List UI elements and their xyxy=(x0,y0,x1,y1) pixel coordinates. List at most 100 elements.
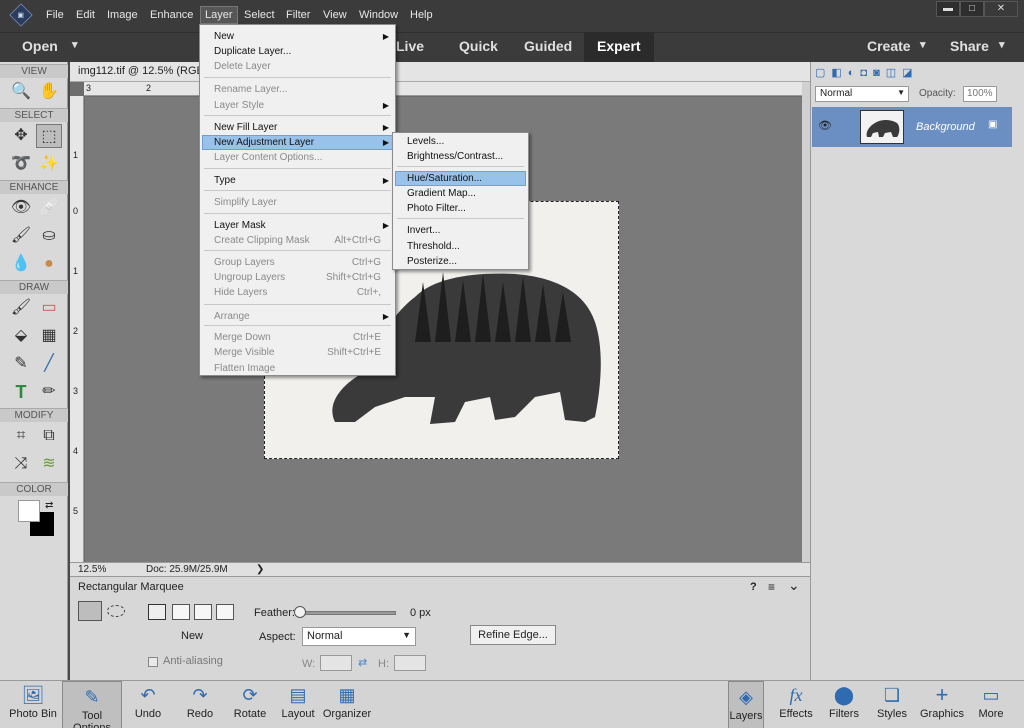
magic-wand-tool-icon[interactable]: ✨ xyxy=(36,152,62,176)
feather-slider-handle[interactable] xyxy=(294,606,306,618)
move-tool-icon[interactable]: ✥ xyxy=(8,124,34,148)
menu-filter[interactable]: Filter xyxy=(282,7,314,23)
sponge-tool-icon[interactable]: ● xyxy=(36,252,62,276)
tool-options-button[interactable]: ✎ Tool Options xyxy=(62,681,122,728)
minimize-button[interactable]: ▬ xyxy=(936,1,960,17)
layer-menu-item[interactable]: New Fill Layer xyxy=(214,122,277,133)
elliptical-marquee-icon[interactable] xyxy=(107,605,125,617)
healing-brush-tool-icon[interactable]: 🩹 xyxy=(36,196,62,220)
document-tab[interactable]: img112.tif @ 12.5% (RGB/8 xyxy=(70,62,810,82)
menu-view[interactable]: View xyxy=(319,7,351,23)
tab-expert[interactable]: Expert xyxy=(597,38,641,54)
layer-menu-item[interactable]: Merge Down xyxy=(214,332,271,343)
layer-menu-item[interactable]: Duplicate Layer... xyxy=(214,46,291,57)
adjustment-menu-item[interactable]: Gradient Map... xyxy=(407,188,476,199)
create-dropdown-arrow[interactable]: ▾ xyxy=(920,38,926,51)
layer-menu-item[interactable]: Merge Visible xyxy=(214,347,274,358)
opacity-input[interactable]: 100% xyxy=(963,86,997,102)
status-menu-arrow[interactable]: ❯ xyxy=(256,564,264,575)
swap-dimensions-icon[interactable]: ⇄ xyxy=(358,656,367,669)
eyedropper-tool-icon[interactable]: ✎ xyxy=(8,352,34,376)
red-eye-tool-icon[interactable]: 👁 xyxy=(8,196,34,220)
layer-menu-item[interactable]: New xyxy=(214,31,234,42)
menu-window[interactable]: Window xyxy=(355,7,402,23)
maximize-button[interactable]: □ xyxy=(960,1,984,17)
smart-brush-tool-icon[interactable]: 🖌 xyxy=(8,224,34,248)
open-dropdown-arrow[interactable]: ▾ xyxy=(72,38,78,51)
layer-row-background[interactable]: 👁 Background ▣ xyxy=(812,107,1012,147)
subtract-selection-icon[interactable] xyxy=(194,604,212,620)
intersect-selection-icon[interactable] xyxy=(216,604,234,620)
eye-visibility-icon[interactable]: 👁 xyxy=(818,119,832,132)
straighten-tool-icon[interactable]: ≋ xyxy=(36,452,62,476)
tab-guided[interactable]: Guided xyxy=(524,38,572,54)
pencil-tool-icon[interactable]: ✏ xyxy=(36,380,62,404)
layer-menu-item[interactable]: Layer Style xyxy=(214,100,264,111)
layer-menu-item[interactable]: Type xyxy=(214,175,236,186)
anti-aliasing-checkbox[interactable] xyxy=(148,657,158,667)
layer-menu-item[interactable]: Layer Mask xyxy=(214,220,266,231)
marquee-tool-icon[interactable]: ⬚ xyxy=(36,124,62,148)
type-tool-icon[interactable]: T xyxy=(8,380,34,404)
layer-menu-item[interactable]: Flatten Image xyxy=(214,363,275,374)
add-selection-icon[interactable] xyxy=(172,604,190,620)
layer-menu-item[interactable]: Arrange xyxy=(214,311,250,322)
layer-menu-item[interactable]: New Adjustment Layer xyxy=(214,137,314,148)
create-button[interactable]: Create xyxy=(867,38,911,54)
menu-layer[interactable]: Layer xyxy=(200,6,238,24)
more-button[interactable]: ▭ More xyxy=(974,680,1008,728)
menu-select[interactable]: Select xyxy=(240,7,279,23)
layout-button[interactable]: ▤ Layout xyxy=(278,680,318,728)
organizer-button[interactable]: ▦ Organizer xyxy=(322,680,372,728)
brush-tool-icon[interactable]: 🖌 xyxy=(8,296,34,320)
swap-colors-icon[interactable]: ⇄ xyxy=(45,500,53,511)
adjustment-menu-item[interactable]: Posterize... xyxy=(407,256,457,267)
menu-edit[interactable]: Edit xyxy=(72,7,99,23)
refine-edge-button[interactable]: Refine Edge... xyxy=(470,625,556,645)
menu-file[interactable]: File xyxy=(42,7,68,23)
eraser-tool-icon[interactable]: ▭ xyxy=(36,296,62,320)
undo-button[interactable]: ↶ Undo xyxy=(126,680,170,728)
layer-menu-item[interactable]: Ungroup Layers xyxy=(214,272,285,283)
layer-menu-item[interactable]: Rename Layer... xyxy=(214,84,287,95)
zoom-tool-icon[interactable]: 🔍 xyxy=(8,80,34,104)
paint-bucket-tool-icon[interactable]: ⬙ xyxy=(8,324,34,348)
graphics-button[interactable]: + Graphics xyxy=(920,680,964,728)
adjustment-menu-item[interactable]: Threshold... xyxy=(407,241,460,252)
line-tool-icon[interactable]: ╱ xyxy=(36,352,62,376)
recompose-tool-icon[interactable]: ⧉ xyxy=(36,424,62,448)
layer-menu-item[interactable]: Create Clipping Mask xyxy=(214,235,310,246)
panel-menu-icon[interactable]: ≡ xyxy=(768,580,775,594)
vertical-scrollbar[interactable] xyxy=(802,82,810,562)
aspect-select[interactable]: Normal ▼ xyxy=(302,627,416,646)
adjustment-menu-item[interactable]: Photo Filter... xyxy=(407,203,466,214)
rotate-button[interactable]: ⟳ Rotate xyxy=(228,680,272,728)
tab-quick[interactable]: Quick xyxy=(459,38,498,54)
adjustment-menu-item[interactable]: Invert... xyxy=(407,225,440,236)
menu-help[interactable]: Help xyxy=(406,7,437,23)
layer-menu-item[interactable]: Simplify Layer xyxy=(214,197,277,208)
width-input[interactable] xyxy=(320,655,352,671)
lasso-tool-icon[interactable]: ➰ xyxy=(8,152,34,176)
app-logo-icon[interactable]: ◈ xyxy=(9,3,33,27)
rectangular-marquee-icon[interactable] xyxy=(78,601,102,621)
help-icon[interactable]: ? xyxy=(750,581,757,593)
menu-enhance[interactable]: Enhance xyxy=(146,7,197,23)
collapse-icon[interactable]: ⌄ xyxy=(788,577,800,594)
open-button[interactable]: Open xyxy=(22,38,58,54)
styles-button[interactable]: ❏ Styles xyxy=(874,680,910,728)
close-button[interactable]: ✕ xyxy=(984,1,1018,17)
layers-button[interactable]: ◈ Layers xyxy=(728,681,764,728)
crop-tool-icon[interactable]: ⌗ xyxy=(8,424,34,448)
foreground-color-swatch[interactable] xyxy=(18,500,40,522)
hand-tool-icon[interactable]: ✋ xyxy=(36,80,62,104)
effects-button[interactable]: fx Effects xyxy=(776,680,816,728)
filters-button[interactable]: ⬤ Filters xyxy=(826,680,862,728)
new-selection-icon[interactable] xyxy=(148,604,166,620)
layer-name[interactable]: Background xyxy=(916,121,975,133)
content-aware-move-tool-icon[interactable]: ⤨ xyxy=(8,452,34,476)
layer-menu-item[interactable]: Layer Content Options... xyxy=(214,152,322,163)
feather-slider[interactable] xyxy=(296,611,396,615)
clone-stamp-tool-icon[interactable]: ⛀ xyxy=(36,224,62,248)
layer-menu-item[interactable]: Group Layers xyxy=(214,257,275,268)
